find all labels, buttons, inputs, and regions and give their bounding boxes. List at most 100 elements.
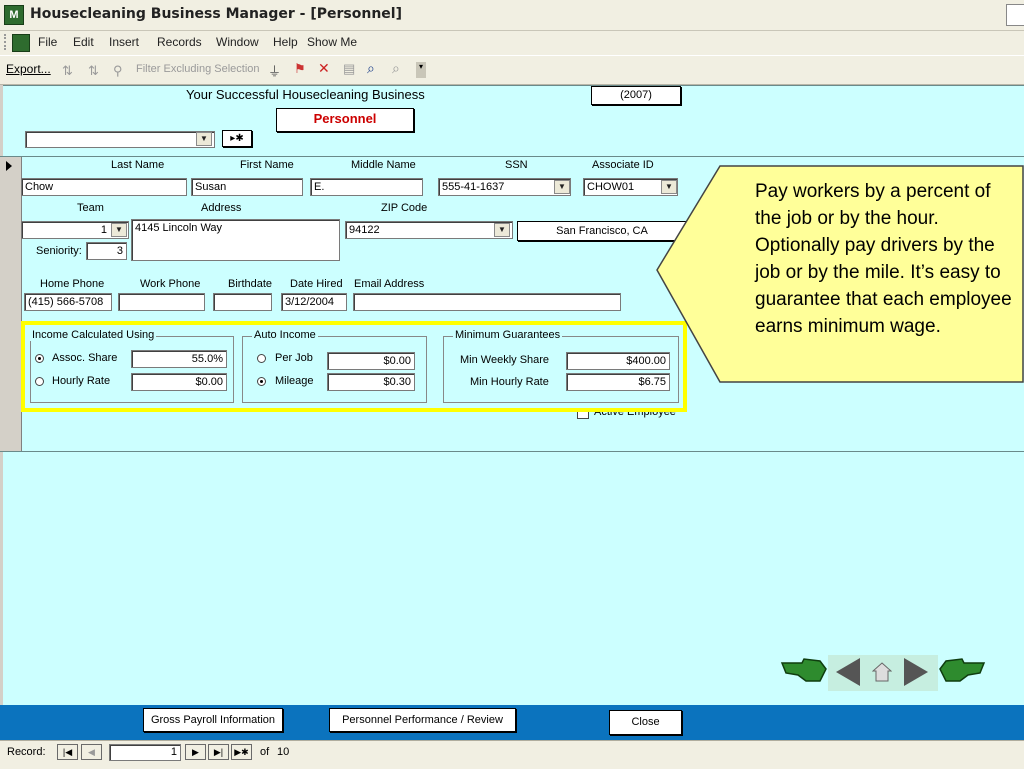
ssn-label: SSN [505,159,528,171]
previous-record-icon[interactable]: ◀ [81,744,102,760]
chevron-down-icon[interactable]: ▼ [111,223,127,237]
apply-filter-icon[interactable]: ⚑ [294,61,306,77]
new-record-nav-icon[interactable]: ▶✱ [231,744,252,760]
menu-insert[interactable]: Insert [109,35,139,49]
last-name-field[interactable]: Chow [21,178,187,196]
current-record-icon [6,161,12,171]
email-field[interactable] [353,293,621,311]
per-job-label: Per Job [275,352,313,364]
window-control-button[interactable] [1006,4,1024,26]
first-record-icon[interactable]: |◀ [57,744,78,760]
menu-help[interactable]: Help [273,35,298,49]
record-selector-bar[interactable] [0,157,22,452]
filter-excluding-button[interactable]: Filter Excluding Selection [136,63,260,75]
menu-file[interactable]: File [38,35,57,49]
record-label: Record: [7,746,46,758]
detail-top-divider [0,156,1024,157]
window-title: Housecleaning Business Manager - [Person… [30,6,402,22]
mileage-radio[interactable] [257,377,266,386]
menu-bar: File Edit Insert Records Window Help Sho… [0,31,1024,55]
bottom-button-bar: Gross Payroll Information Personnel Perf… [0,705,1024,740]
title-bar: M Housecleaning Business Manager - [Pers… [0,0,1024,31]
birthdate-label: Birthdate [228,278,273,290]
hourly-rate-radio[interactable] [35,377,44,386]
menu-edit[interactable]: Edit [73,35,94,49]
birthdate-field[interactable] [213,293,272,311]
next-record-icon[interactable]: ▶ [185,744,206,760]
ssn-field[interactable]: 555-41-1637 [438,178,571,196]
first-name-label: First Name [240,159,294,171]
find-icon[interactable]: ⌕ [367,60,375,77]
detail-bottom-divider [0,451,1024,452]
first-name-field[interactable]: Susan [191,178,303,196]
auto-income-group-label: Auto Income [252,329,318,341]
email-label: Email Address [354,278,425,290]
team-label: Team [77,202,104,214]
page-title: Personnel [276,108,414,132]
gross-payroll-button[interactable]: Gross Payroll Information [143,708,283,732]
filter-by-form-icon[interactable]: ⏚ [268,61,281,80]
menu-records[interactable]: Records [157,35,202,49]
hourly-rate-field[interactable]: $0.00 [131,373,227,391]
middle-name-label: Middle Name [351,159,416,171]
close-button[interactable]: Close [609,710,682,735]
business-name: Your Successful Housecleaning Business [186,87,425,102]
menu-window[interactable]: Window [216,35,259,49]
income-group-label: Income Calculated Using [30,329,157,341]
menu-grip [4,34,9,50]
work-phone-label: Work Phone [140,278,201,290]
export-button[interactable]: Export... [6,62,51,76]
assoc-share-label: Assoc. Share [52,352,118,364]
hourly-rate-label: Hourly Rate [52,375,111,387]
year-box: (2007) [591,86,681,105]
hand-left-icon[interactable] [780,653,828,687]
record-lookup-combo[interactable] [25,131,215,148]
minimum-group-label: Minimum Guarantees [453,329,563,341]
associate-id-label: Associate ID [592,159,654,171]
of-label: of [260,746,270,758]
replace-icon[interactable]: ⌕ [392,60,400,77]
chevron-down-icon[interactable]: ▼ [554,180,570,194]
mileage-field[interactable]: $0.30 [327,373,415,391]
middle-name-field[interactable]: E. [310,178,423,196]
chevron-down-icon[interactable]: ▼ [494,223,510,237]
min-weekly-label: Min Weekly Share [460,354,550,366]
callout-text: Pay workers by a percent of the job or b… [755,181,1012,337]
date-hired-label: Date Hired [290,278,343,290]
seniority-label: Seniority: [36,245,82,257]
record-number-field[interactable]: 1 [109,744,181,761]
sort-descending-icon[interactable]: ⇅ [88,63,99,79]
date-hired-field[interactable]: 3/12/2004 [281,293,347,311]
hand-right-icon[interactable] [938,653,986,687]
assoc-share-radio[interactable] [35,354,44,363]
per-job-radio[interactable] [257,354,266,363]
home-icon[interactable] [871,661,893,683]
next-icon[interactable] [904,658,928,686]
toolbar-overflow-icon[interactable]: ▾ [416,62,426,78]
app-icon: M [4,5,24,25]
per-job-field[interactable]: $0.00 [327,352,415,370]
last-record-icon[interactable]: ▶| [208,744,229,760]
new-record-icon[interactable]: ▤ [343,61,355,77]
form-icon[interactable] [12,34,30,52]
delete-record-icon[interactable]: ✕ [318,60,330,77]
mileage-label: Mileage [275,375,314,387]
assoc-share-field[interactable]: 55.0% [131,350,227,368]
address-label: Address [201,202,242,214]
new-record-button[interactable]: ▸✱ [222,130,252,147]
zip-field[interactable]: 94122 [345,221,513,239]
record-total: 10 [277,746,290,758]
previous-icon[interactable] [836,658,860,686]
work-phone-field[interactable] [118,293,205,311]
filter-selection-icon[interactable]: ⚲ [113,63,123,79]
toolbar: Export... ⇅ ⇅ ⚲ Filter Excluding Selecti… [0,56,1024,85]
menu-show-me[interactable]: Show Me [307,35,357,49]
last-name-label: Last Name [111,159,165,171]
performance-review-button[interactable]: Personnel Performance / Review [329,708,516,732]
address-field[interactable]: 4145 Lincoln Way [131,219,340,261]
min-hourly-label: Min Hourly Rate [470,376,549,388]
sort-ascending-icon[interactable]: ⇅ [62,63,73,79]
chevron-down-icon[interactable]: ▼ [196,132,212,146]
home-phone-field[interactable]: (415) 566-5708 [24,293,112,311]
seniority-field[interactable]: 3 [86,242,127,260]
